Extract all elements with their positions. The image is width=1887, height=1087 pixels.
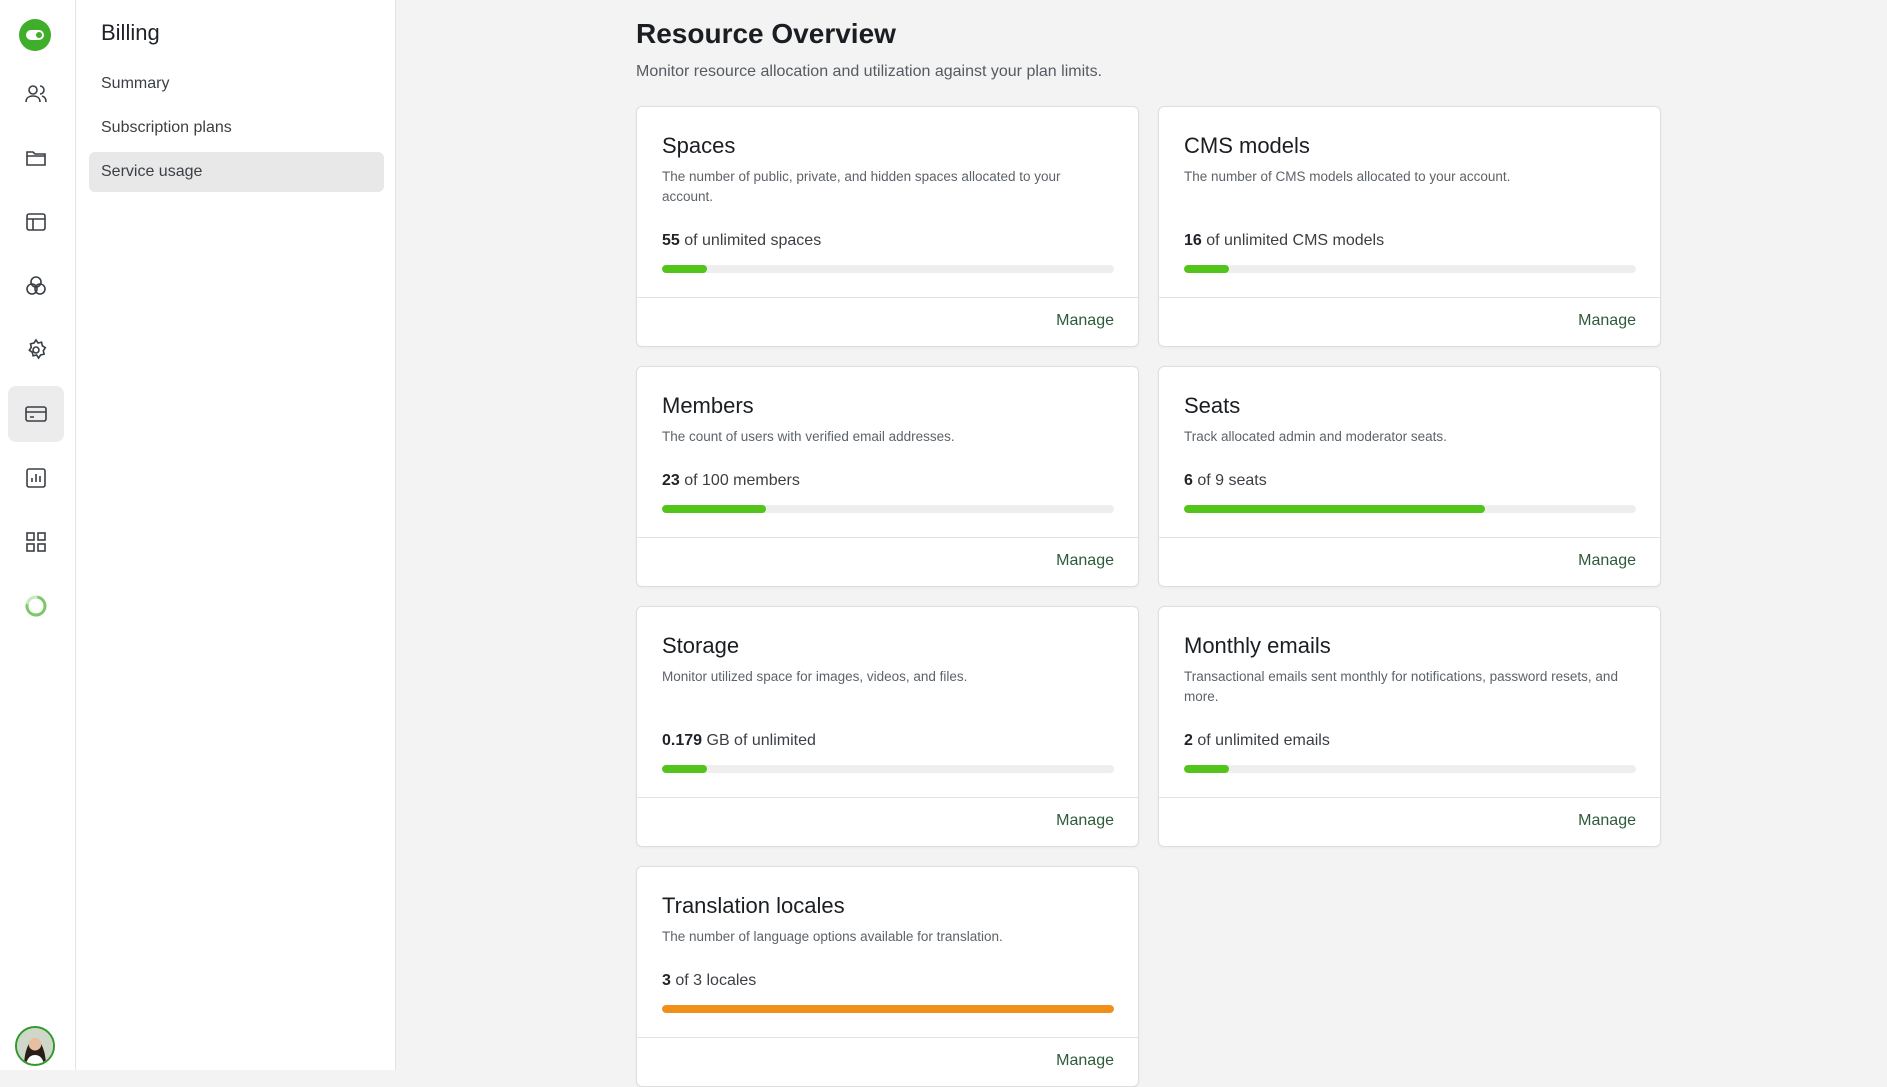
usage-text: 55 of unlimited spaces — [662, 232, 821, 250]
page-title: Resource Overview — [636, 18, 896, 49]
progress-fill — [1184, 265, 1230, 273]
card-footer: Manage — [1159, 537, 1660, 586]
progress-fill — [662, 765, 708, 773]
usage-limit: of unlimited emails — [1192, 732, 1330, 749]
usage-card-cms-models: CMS models The number of CMS models alloc… — [1158, 106, 1661, 347]
bar-chart-icon[interactable] — [8, 450, 64, 506]
manage-link[interactable]: Manage — [1056, 1052, 1114, 1070]
card-footer: Manage — [1159, 297, 1660, 346]
card-title: CMS models — [1184, 133, 1310, 158]
usage-card-spaces: Spaces The number of public, private, and… — [636, 106, 1139, 347]
manage-link[interactable]: Manage — [1056, 812, 1114, 830]
icon-rail — [0, 0, 76, 1070]
usage-text: 16 of unlimited CMS models — [1184, 232, 1384, 250]
card-footer: Manage — [637, 537, 1138, 586]
toggle-logo-icon[interactable] — [19, 19, 51, 51]
spinner-icon — [8, 578, 64, 634]
usage-card-seats: Seats Track allocated admin and moderator… — [1158, 366, 1661, 587]
avatar[interactable] — [15, 1026, 55, 1066]
usage-count: 23 — [662, 472, 680, 489]
usage-card-members: Members The count of users with verified … — [636, 366, 1139, 587]
card-description: The count of users with verified email a… — [662, 429, 955, 444]
progress-fill — [662, 1005, 1114, 1013]
usage-limit: of unlimited CMS models — [1201, 232, 1385, 249]
manage-link[interactable]: Manage — [1056, 312, 1114, 330]
progress-track — [1184, 265, 1636, 273]
usage-limit: of 100 members — [679, 472, 800, 489]
usage-count: 2 — [1184, 732, 1193, 749]
usage-text: 3 of 3 locales — [662, 972, 756, 990]
usage-card-translation-locales: Translation locales The number of languag… — [636, 866, 1139, 1087]
card-title: Spaces — [662, 133, 736, 158]
usage-count: 55 — [662, 232, 680, 249]
card-description: The number of public, private, and hidde… — [662, 169, 1061, 204]
grid-icon[interactable] — [8, 514, 64, 570]
card-title: Translation locales — [662, 893, 845, 918]
card-footer: Manage — [637, 297, 1138, 346]
card-description: The number of language options available… — [662, 929, 1003, 944]
progress-fill — [662, 265, 708, 273]
progress-fill — [662, 505, 766, 513]
usage-count: 0.179 — [662, 732, 703, 749]
folder-icon[interactable] — [8, 130, 64, 186]
card-footer: Manage — [1159, 797, 1660, 846]
gear-icon[interactable] — [8, 322, 64, 378]
card-title: Monthly emails — [1184, 633, 1331, 658]
progress-track — [662, 505, 1114, 513]
usage-count: 3 — [662, 972, 671, 989]
manage-link[interactable]: Manage — [1056, 552, 1114, 570]
card-title: Members — [662, 393, 754, 418]
layout-icon[interactable] — [8, 194, 64, 250]
usage-limit: GB of unlimited — [702, 732, 816, 749]
credit-card-icon[interactable] — [8, 386, 64, 442]
card-description: Transactional emails sent monthly for no… — [1184, 669, 1618, 704]
card-description: Track allocated admin and moderator seat… — [1184, 429, 1447, 444]
sidebar-item-service-usage[interactable]: Service usage — [89, 152, 384, 192]
usage-card-monthly-emails: Monthly emails Transactional emails sent … — [1158, 606, 1661, 847]
progress-track — [1184, 505, 1636, 513]
card-title: Storage — [662, 633, 740, 658]
manage-link[interactable]: Manage — [1578, 312, 1636, 330]
usage-limit: of unlimited spaces — [679, 232, 822, 249]
usage-card-storage: Storage Monitor utilized space for images… — [636, 606, 1139, 847]
circles-icon[interactable] — [8, 258, 64, 314]
progress-track — [1184, 765, 1636, 773]
usage-limit: of 9 seats — [1192, 472, 1267, 489]
usage-text: 23 of 100 members — [662, 472, 800, 490]
progress-track — [662, 765, 1114, 773]
card-footer: Manage — [637, 1037, 1138, 1086]
billing-sidebar: Billing Summary Subscription plans Servi… — [76, 0, 396, 1070]
progress-fill — [1184, 765, 1230, 773]
usage-text: 2 of unlimited emails — [1184, 732, 1330, 750]
manage-link[interactable]: Manage — [1578, 552, 1636, 570]
progress-fill — [1184, 505, 1486, 513]
usage-text: 0.179 GB of unlimited — [662, 732, 816, 750]
sidebar-item-subscription-plans[interactable]: Subscription plans — [89, 108, 384, 148]
progress-track — [662, 265, 1114, 273]
progress-track — [662, 1005, 1114, 1013]
card-description: The number of CMS models allocated to yo… — [1184, 169, 1511, 184]
manage-link[interactable]: Manage — [1578, 812, 1636, 830]
card-description: Monitor utilized space for images, video… — [662, 669, 968, 684]
usage-text: 6 of 9 seats — [1184, 472, 1267, 490]
sidebar-item-summary[interactable]: Summary — [89, 64, 384, 104]
usage-count: 6 — [1184, 472, 1193, 489]
usage-count: 16 — [1184, 232, 1202, 249]
card-title: Seats — [1184, 393, 1241, 418]
sidebar-title: Billing — [101, 20, 160, 45]
page-subtitle: Monitor resource allocation and utilizat… — [636, 63, 1103, 80]
card-footer: Manage — [637, 797, 1138, 846]
users-icon[interactable] — [8, 66, 64, 122]
usage-limit: of 3 locales — [670, 972, 757, 989]
